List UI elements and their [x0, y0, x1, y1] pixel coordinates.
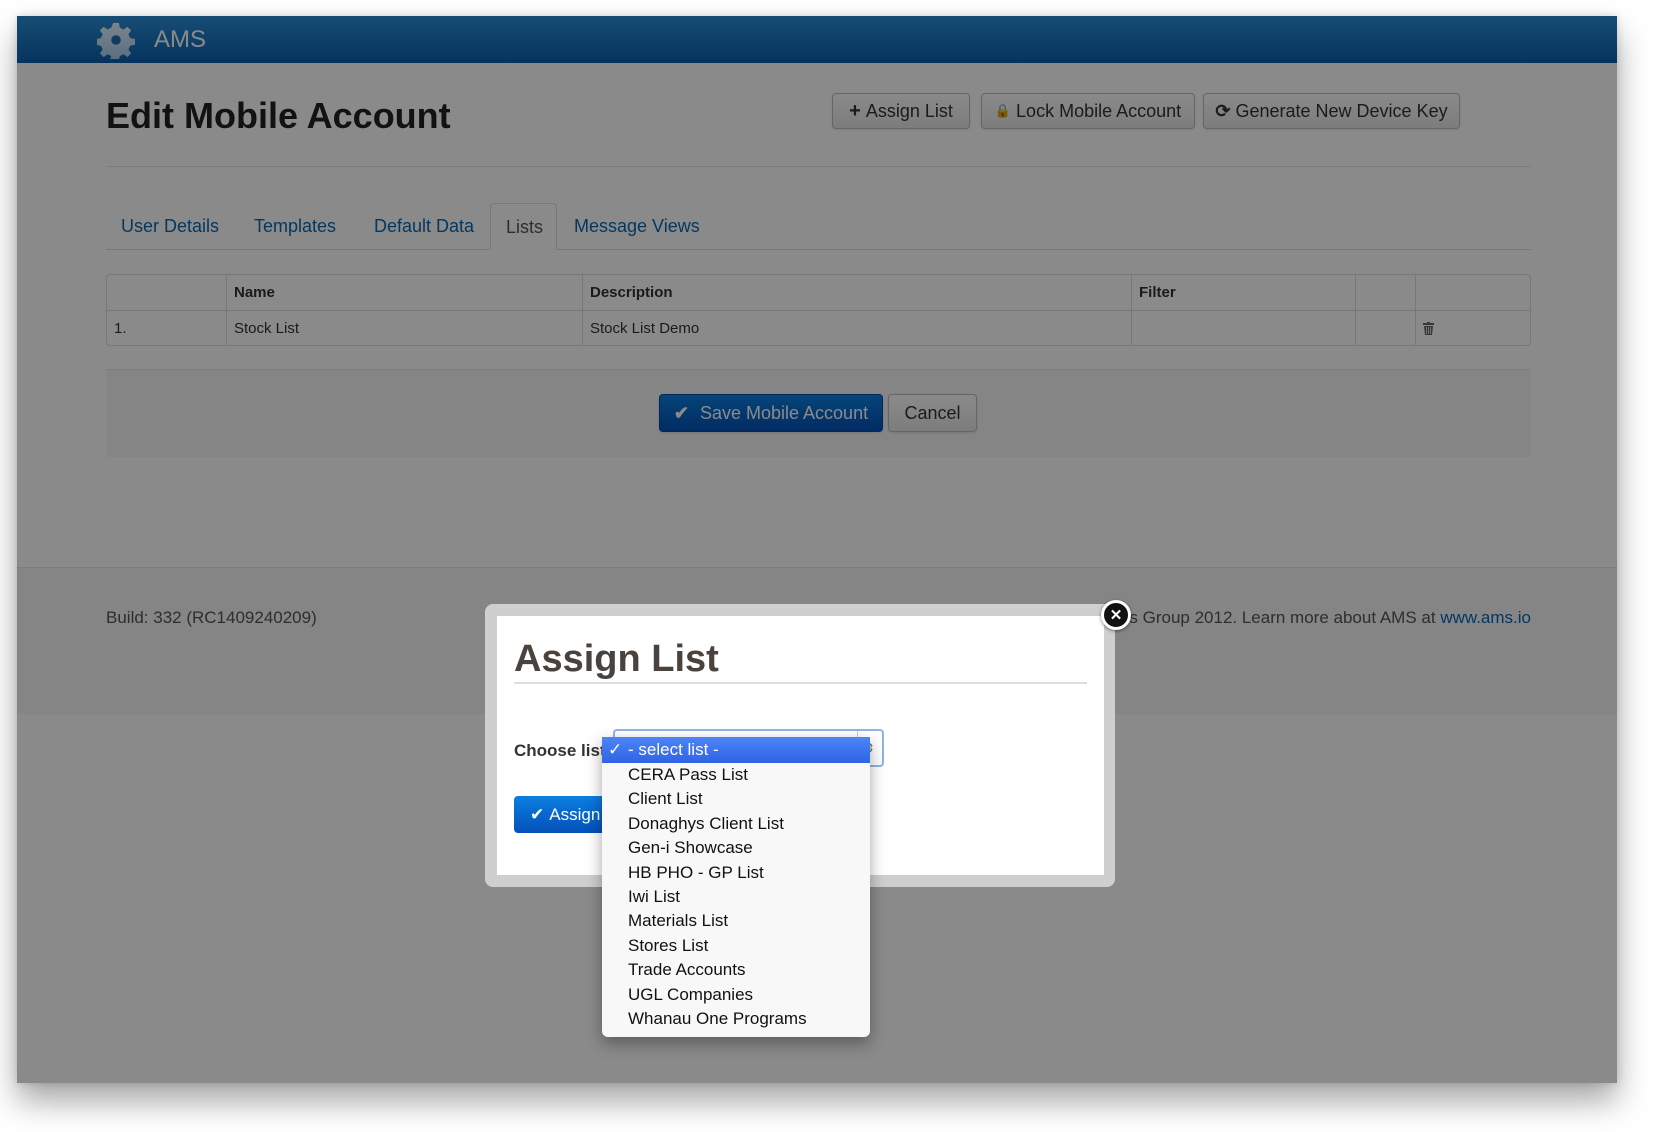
checkmark-icon: ✓ — [608, 740, 623, 759]
option-label: - select list - — [628, 740, 719, 759]
dropdown-option[interactable]: ✓ - select list - — [602, 737, 870, 763]
assign-label: Assign — [549, 804, 601, 824]
dropdown-option[interactable]: Materials List — [602, 909, 870, 933]
close-icon[interactable]: ✕ — [1101, 600, 1131, 630]
modal-title: Assign List — [514, 638, 719, 680]
dropdown-option[interactable]: CERA Pass List — [602, 763, 870, 787]
choose-list-label: Choose list — [514, 741, 606, 760]
list-select-dropdown: ✓ - select list - CERA Pass List Client … — [602, 737, 870, 1037]
modal-divider — [514, 682, 1087, 684]
dropdown-option[interactable]: Gen-i Showcase — [602, 836, 870, 860]
dropdown-option[interactable]: Client List — [602, 787, 870, 811]
dropdown-option[interactable]: UGL Companies — [602, 983, 870, 1007]
dropdown-option[interactable]: HB PHO - GP List — [602, 861, 870, 885]
dropdown-option[interactable]: Iwi List — [602, 885, 870, 909]
dropdown-option[interactable]: Whanau One Programs — [602, 1007, 870, 1031]
check-icon: ✔ — [530, 804, 545, 824]
dropdown-option[interactable]: Donaghys Client List — [602, 812, 870, 836]
dropdown-option[interactable]: Trade Accounts — [602, 958, 870, 982]
dropdown-option[interactable]: Stores List — [602, 934, 870, 958]
